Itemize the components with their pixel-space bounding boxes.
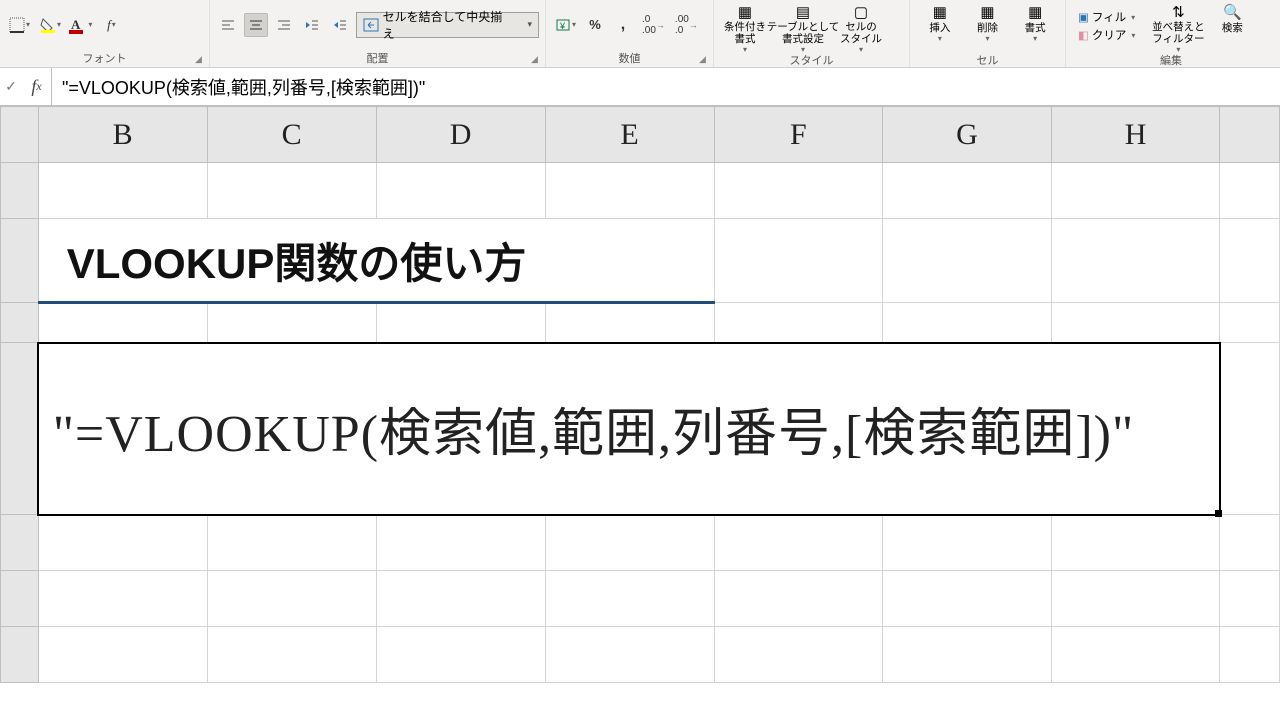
formula-bar: ✓ fx	[0, 68, 1280, 106]
fill-icon: ▣	[1078, 10, 1089, 24]
font-launcher-icon[interactable]: ◢	[195, 54, 207, 66]
format-button[interactable]: ▦ 書式▾	[1011, 2, 1059, 50]
insert-label: 挿入	[929, 22, 950, 34]
merge-center-button[interactable]: セルを結合して中央揃え ▾	[356, 12, 539, 38]
align-center-button[interactable]	[244, 13, 268, 37]
cell-styles-icon: ▢	[854, 4, 868, 21]
sort-filter-button[interactable]: ⇅ 並べ替えと フィルター▾	[1149, 2, 1207, 50]
number-launcher-icon[interactable]: ◢	[699, 54, 711, 66]
col-header[interactable]: G	[883, 107, 1052, 163]
clear-label: クリア	[1092, 27, 1127, 43]
cell-styles-label: セルの スタイル	[840, 21, 882, 45]
find-button[interactable]: 🔍 検索	[1215, 2, 1249, 50]
insert-button[interactable]: ▦ 挿入▾	[916, 2, 964, 50]
clear-button[interactable]: ◧ クリア▾	[1078, 27, 1135, 43]
group-font: ▾ ▾ A ▾ f▾ フォント ◢	[0, 0, 210, 67]
font-color-button[interactable]: A ▾	[68, 13, 95, 37]
group-number: ¥ ▾ % , .0.00→ .00.0→ 数値 ◢	[546, 0, 714, 67]
group-alignment-label: 配置	[367, 50, 389, 66]
col-header[interactable]: C	[207, 107, 376, 163]
row-2: VLOOKUP関数の使い方	[1, 219, 1280, 303]
svg-text:¥: ¥	[559, 21, 566, 31]
currency-button[interactable]: ¥ ▾	[552, 13, 579, 37]
find-icon: 🔍	[1223, 4, 1242, 22]
delete-icon: ▦	[980, 4, 994, 22]
ribbon: ▾ ▾ A ▾ f▾ フォント ◢	[0, 0, 1280, 68]
group-cells: ▦ 挿入▾ ▦ 削除▾ ▦ 書式▾ セル	[910, 0, 1066, 67]
sort-filter-icon: ⇅	[1172, 4, 1185, 21]
find-label: 検索	[1222, 22, 1243, 34]
col-header[interactable]: B	[38, 107, 207, 163]
group-styles-label: スタイル	[790, 52, 834, 68]
merge-icon	[363, 18, 379, 32]
conditional-format-label: 条件付き 書式	[724, 21, 766, 45]
alignment-launcher-icon[interactable]: ◢	[531, 54, 543, 66]
percent-button[interactable]: %	[583, 13, 607, 37]
title-cell[interactable]: VLOOKUP関数の使い方	[38, 219, 714, 303]
decrease-indent-button[interactable]	[300, 13, 324, 37]
borders-button[interactable]: ▾	[6, 13, 33, 37]
cell-styles-button[interactable]: ▢ セルの スタイル ▾	[836, 2, 886, 50]
align-right-button[interactable]	[272, 13, 296, 37]
delete-label: 削除	[977, 22, 998, 34]
insert-icon: ▦	[933, 4, 947, 22]
formula-display-cell[interactable]: "=VLOOKUP(検索値,範囲,列番号,[検索範囲])"	[38, 343, 1220, 515]
col-header[interactable]: D	[376, 107, 545, 163]
conditional-format-button[interactable]: ▦ 条件付き 書式 ▾	[720, 2, 770, 50]
group-number-label: 数値	[619, 50, 641, 66]
row-6	[1, 571, 1280, 627]
row-5	[1, 515, 1280, 571]
increase-decimal-button[interactable]: .0.00→	[639, 13, 668, 37]
grid: B C D E F G H VLOOKUP関数の使い方 "=VLOOKUP(検索…	[0, 106, 1280, 683]
column-header-row: B C D E F G H	[1, 107, 1280, 163]
formula-confirm-icon[interactable]: ✓	[0, 68, 22, 105]
conditional-format-icon: ▦	[738, 4, 752, 21]
format-icon: ▦	[1028, 4, 1042, 22]
comma-button[interactable]: ,	[611, 13, 635, 37]
select-all-corner[interactable]	[1, 107, 39, 163]
fill-button[interactable]: ▣ フィル▾	[1078, 9, 1135, 25]
row-7	[1, 627, 1280, 683]
format-as-table-button[interactable]: ▤ テーブルとして 書式設定 ▾	[770, 2, 836, 50]
group-cells-label: セル	[977, 52, 999, 68]
group-editing-label: 編集	[1160, 52, 1182, 68]
sort-filter-label: 並べ替えと フィルター	[1152, 21, 1205, 45]
col-header[interactable]: F	[714, 107, 883, 163]
table-icon: ▤	[796, 4, 810, 21]
align-left-button[interactable]	[216, 13, 240, 37]
decrease-decimal-button[interactable]: .00.0→	[672, 13, 701, 37]
phonetic-button[interactable]: f▾	[99, 13, 123, 37]
format-label: 書式	[1025, 22, 1046, 34]
col-header[interactable]: H	[1051, 107, 1220, 163]
format-as-table-label: テーブルとして 書式設定	[767, 21, 840, 45]
group-styles: ▦ 条件付き 書式 ▾ ▤ テーブルとして 書式設定 ▾ ▢ セルの スタイル …	[714, 0, 910, 67]
row-3	[1, 303, 1280, 343]
eraser-icon: ◧	[1078, 28, 1089, 42]
delete-button[interactable]: ▦ 削除▾	[964, 2, 1012, 50]
col-header[interactable]	[1220, 107, 1280, 163]
worksheet[interactable]: B C D E F G H VLOOKUP関数の使い方 "=VLOOKUP(検索…	[0, 106, 1280, 720]
fx-icon[interactable]: fx	[22, 68, 52, 105]
fill-label: フィル	[1092, 9, 1126, 25]
formula-input[interactable]	[52, 68, 1280, 105]
col-header[interactable]: E	[545, 107, 714, 163]
group-editing: ▣ フィル▾ ◧ クリア▾ ⇅ 並べ替えと フィルター▾ 🔍 検索 編集	[1066, 0, 1276, 67]
group-alignment: セルを結合して中央揃え ▾ 配置 ◢	[210, 0, 546, 67]
group-font-label: フォント	[83, 50, 127, 66]
fill-color-button[interactable]: ▾	[37, 13, 64, 37]
merge-center-label: セルを結合して中央揃え	[383, 8, 512, 42]
increase-indent-button[interactable]	[328, 13, 352, 37]
row-4: "=VLOOKUP(検索値,範囲,列番号,[検索範囲])"	[1, 343, 1280, 515]
row-1	[1, 163, 1280, 219]
